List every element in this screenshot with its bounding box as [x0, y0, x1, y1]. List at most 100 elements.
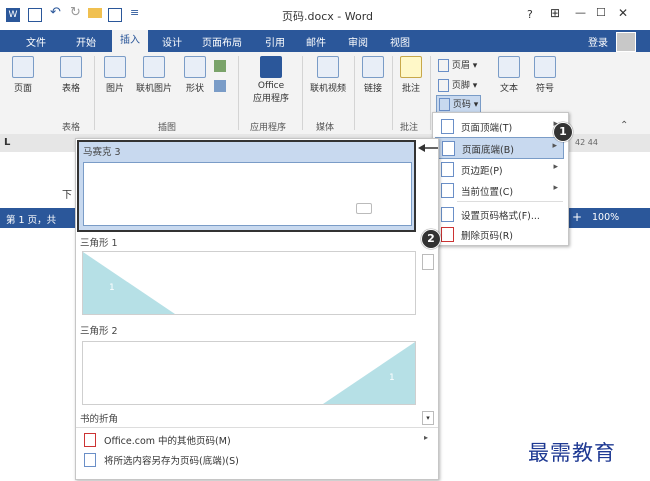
- word-icon[interactable]: W: [6, 8, 20, 22]
- avatar[interactable]: [616, 32, 636, 52]
- gallery-item-title: 三角形 2: [80, 326, 118, 337]
- gallery-item-triangle-1[interactable]: 1: [82, 251, 416, 315]
- shapes-button[interactable]: 形状: [180, 56, 210, 94]
- close-button[interactable]: ✕: [618, 6, 628, 20]
- table-button[interactable]: 表格: [56, 56, 86, 94]
- save-selection-icon: [84, 453, 96, 467]
- footer-button[interactable]: 页脚 ▾: [438, 78, 477, 92]
- zoom-level[interactable]: 100%: [592, 212, 619, 223]
- menu-item-remove-page-numbers[interactable]: 删除页码(R): [435, 224, 564, 244]
- header-button[interactable]: 页眉 ▾: [438, 58, 477, 72]
- more-page-numbers-link[interactable]: Office.com 中的其他页码(M) ▸: [82, 431, 432, 449]
- camera-icon: [356, 203, 372, 214]
- group-media: 媒体: [316, 123, 335, 133]
- window-title: 页码.docx - Word: [282, 10, 374, 23]
- symbol-icon: [534, 56, 556, 78]
- menu-item-current-position[interactable]: 当前位置(C) ▸: [435, 180, 564, 200]
- submenu-arrow-icon: ▸: [553, 162, 558, 172]
- triangle-right-shape: 1: [323, 342, 415, 404]
- tab-layout[interactable]: 页面布局: [202, 34, 242, 49]
- tab-mailings[interactable]: 邮件: [306, 34, 326, 49]
- title-bar: W ↶ ↻ ≡ 页码.docx - Word ? ⊞ — ☐ ✕: [0, 0, 650, 30]
- zoom-in-button[interactable]: +: [572, 210, 582, 224]
- group-apps: 应用程序: [250, 123, 287, 133]
- menu-item-format-page-numbers[interactable]: 设置页码格式(F)...: [435, 204, 564, 224]
- cover-page-button[interactable]: 页面: [8, 56, 38, 94]
- comment-icon: [400, 56, 422, 78]
- gallery-item-mosaic-3[interactable]: 马赛克 3: [77, 140, 416, 232]
- scroll-down-icon[interactable]: ▾: [422, 411, 434, 425]
- symbol-button[interactable]: 符号: [530, 56, 560, 94]
- page-number-menu: 页面顶端(T)▸ 页面底端(B)▸ 页边距(P)▸ 当前位置(C)▸ 设置页码格…: [432, 112, 569, 246]
- format-page-numbers-icon: [441, 207, 454, 222]
- save-selection-link[interactable]: 将所选内容另存为页码(底端)(S): [82, 451, 432, 469]
- login-link[interactable]: 登录: [588, 34, 608, 49]
- collapse-ribbon-icon[interactable]: ⌃: [620, 120, 628, 131]
- picture-button[interactable]: 图片: [100, 56, 130, 94]
- undo-icon[interactable]: ↶: [50, 5, 61, 20]
- online-video-icon: [317, 56, 339, 78]
- ribbon-tab-bar: 文件 开始 插入 设计 页面布局 引用 邮件 审阅 视图 登录: [0, 30, 650, 52]
- gallery-item-title: 马赛克 3: [83, 147, 121, 158]
- online-picture-button[interactable]: 联机图片: [132, 56, 176, 94]
- menu-item-page-margins[interactable]: 页边距(P) ▸: [435, 159, 564, 179]
- tab-references[interactable]: 引用: [265, 34, 285, 49]
- open-icon[interactable]: [88, 8, 102, 18]
- page-number-icon: [439, 98, 450, 111]
- link-icon: [362, 56, 384, 78]
- menu-item-top-of-page[interactable]: 页面顶端(T)▸: [435, 116, 564, 136]
- group-tables: 表格: [62, 123, 81, 133]
- print-preview-icon[interactable]: [108, 8, 122, 22]
- callout-badge-2: 2: [421, 229, 441, 249]
- bottom-of-page-icon: [442, 141, 455, 156]
- text-icon: [498, 56, 520, 78]
- triangle-left-shape: 1: [83, 252, 175, 314]
- current-position-icon: [441, 183, 454, 198]
- tab-stop-icon[interactable]: L: [4, 137, 10, 148]
- table-icon: [60, 56, 82, 78]
- customize-qat-icon[interactable]: ≡: [130, 6, 139, 19]
- help-button[interactable]: ?: [527, 8, 533, 21]
- comment-button[interactable]: 批注: [396, 56, 426, 94]
- tab-file[interactable]: 文件: [26, 34, 46, 49]
- scrollbar-thumb[interactable]: [422, 254, 434, 270]
- screenshot-icon[interactable]: [214, 80, 226, 92]
- svg-text:1: 1: [109, 283, 115, 293]
- office-com-icon: [84, 433, 96, 447]
- redo-icon[interactable]: ↻: [70, 5, 81, 20]
- gallery-item-triangle-2[interactable]: 1: [82, 341, 416, 405]
- header-icon: [438, 59, 449, 72]
- chart-icon[interactable]: [214, 60, 226, 72]
- picture-icon: [104, 56, 126, 78]
- group-comments: 批注: [400, 123, 419, 133]
- doc-text: 下: [62, 190, 72, 201]
- page-icon: [12, 56, 34, 78]
- text-button[interactable]: 文本: [494, 56, 524, 94]
- online-video-button[interactable]: 联机视频: [306, 56, 350, 94]
- footer-icon: [438, 79, 449, 92]
- tab-home[interactable]: 开始: [76, 34, 96, 49]
- tab-design[interactable]: 设计: [162, 34, 182, 49]
- tab-insert[interactable]: 插入: [112, 30, 148, 52]
- svg-text:1: 1: [389, 373, 395, 383]
- callout-badge-1: 1: [553, 122, 573, 142]
- ruler-marks: 42 44: [575, 138, 598, 147]
- gallery-preview: [83, 162, 412, 226]
- page-margins-icon: [441, 162, 454, 177]
- page-count[interactable]: 第 1 页，共: [6, 212, 56, 226]
- online-picture-icon: [143, 56, 165, 78]
- tab-review[interactable]: 审阅: [348, 34, 368, 49]
- minimize-button[interactable]: —: [575, 6, 586, 19]
- page-number-button[interactable]: 页码 ▾: [436, 95, 482, 113]
- tab-view[interactable]: 视图: [390, 34, 410, 49]
- submenu-arrow-icon: ▸: [552, 141, 557, 151]
- ribbon-options-button[interactable]: ⊞: [550, 6, 560, 20]
- office-apps-button[interactable]: Office 应用程序: [244, 56, 298, 104]
- gallery-section-label: 书的折角: [80, 414, 119, 425]
- pointer-arrow: [418, 144, 438, 152]
- submenu-arrow-icon: ▸: [553, 183, 558, 193]
- save-icon[interactable]: [28, 8, 42, 22]
- menu-item-bottom-of-page[interactable]: 页面底端(B) ▸: [435, 137, 564, 159]
- maximize-button[interactable]: ☐: [596, 6, 606, 19]
- link-button[interactable]: 链接: [358, 56, 388, 94]
